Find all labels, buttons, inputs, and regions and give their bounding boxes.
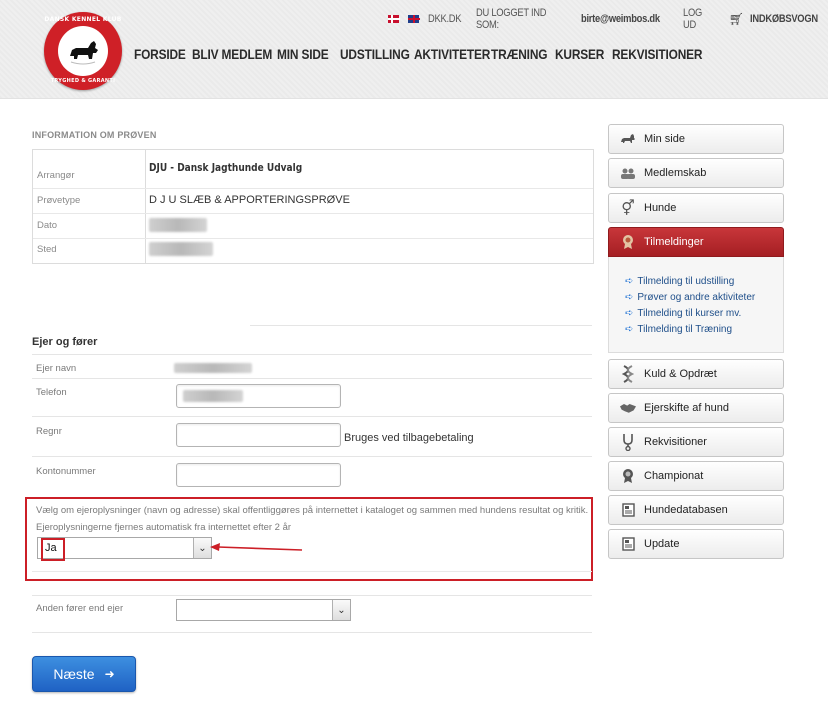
date-value-redacted (149, 218, 207, 232)
dog-icon (620, 131, 636, 147)
divider (32, 595, 592, 596)
sidebar-item-championat[interactable]: Championat (608, 461, 784, 491)
arrow-right-icon: ➪ (625, 324, 634, 335)
submenu-item-proever[interactable]: ➪ Prøver og andre aktiviteter (625, 292, 755, 303)
stethoscope-icon (620, 434, 636, 451)
arrow-right-icon: ➪ (625, 292, 634, 303)
phone-label: Telefon (36, 387, 67, 398)
chevron-down-icon[interactable]: ⌄ (332, 600, 350, 620)
people-icon (620, 165, 636, 181)
cart-link[interactable]: INDKØBSVOGN (750, 13, 818, 25)
info-row-arranger: Arrangør DJU - Dansk Jagthunde Udvalg (37, 161, 303, 181)
nav-kurser[interactable]: KURSER (555, 46, 604, 62)
logout-link[interactable]: LOG UD (683, 7, 715, 31)
dkk-logo[interactable]: DANSK KENNEL KLUB TRYGHED & GARANTI (44, 12, 122, 90)
logo-bottom-text: TRYGHED & GARANTI (50, 78, 116, 84)
database-icon (620, 502, 636, 518)
trial-info-table: Arrangør DJU - Dansk Jagthunde Udvalg Pr… (32, 149, 594, 264)
divider (32, 378, 592, 379)
logo-top-text: DANSK KENNEL KLUB (44, 16, 122, 23)
sidebar-item-hunde[interactable]: ⚥ Hunde (608, 193, 784, 223)
arrow-right-icon: ➪ (625, 276, 634, 287)
dna-icon (620, 365, 636, 383)
submenu-item-traening[interactable]: ➪ Tilmelding til Træning (625, 324, 732, 335)
nav-udstilling[interactable]: UDSTILLING (340, 46, 410, 62)
sidebar-item-hundedatabasen[interactable]: Hundedatabasen (608, 495, 784, 525)
owner-name-label: Ejer navn (36, 363, 77, 374)
dkk-site-link[interactable]: DKK.DK (428, 13, 462, 25)
other-handler-select[interactable]: ⌄ (176, 599, 351, 621)
nav-min-side[interactable]: MIN SIDE (277, 46, 329, 62)
sidebar-item-kuld-opdraet[interactable]: Kuld & Opdræt (608, 359, 784, 389)
rosette-icon (620, 468, 636, 484)
divider (32, 456, 592, 457)
place-value-redacted (149, 242, 213, 256)
arrow-right-icon: ➪ (625, 308, 634, 319)
nav-traening[interactable]: TRÆNING (491, 46, 547, 62)
divider (32, 416, 592, 417)
next-button-label: Næste (53, 666, 95, 682)
nav-aktiviteter[interactable]: AKTIVITETER (414, 46, 490, 62)
annotation-arrow-icon (210, 543, 303, 551)
logged-in-label: DU LOGGET IND SOM: (476, 7, 547, 31)
info-row-date: Dato (33, 214, 593, 238)
owner-name-redacted (174, 363, 252, 373)
logo-dog-emblem (58, 26, 108, 76)
divider (250, 325, 592, 326)
refund-note: Bruges ved tilbagebetaling (344, 432, 474, 444)
info-row-place: Sted (33, 239, 593, 263)
nav-rekvisitioner[interactable]: REKVISITIONER (612, 46, 703, 62)
submenu-item-udstilling[interactable]: ➪ Tilmelding til udstilling (625, 276, 734, 287)
phone-input[interactable] (176, 384, 341, 408)
consent-text-2: Ejeroplysningerne fjernes automatisk fra… (36, 522, 292, 533)
arrow-right-icon: ➜ (104, 667, 115, 681)
handshake-icon (620, 400, 636, 416)
regnr-input[interactable] (176, 423, 341, 447)
sidebar-item-tilmeldinger[interactable]: Tilmeldinger (608, 227, 784, 257)
top-utility-bar: DKK.DK DU LOGGET IND SOM: birte@weimbos.… (388, 7, 828, 31)
divider (32, 632, 592, 633)
arranger-value: DJU - Dansk Jagthunde Udvalg (149, 161, 303, 174)
sidebar-item-update[interactable]: Update (608, 529, 784, 559)
sidebar-item-rekvisitioner[interactable]: Rekvisitioner (608, 427, 784, 457)
user-email: birte@weimbos.dk (581, 13, 660, 25)
gender-icon: ⚥ (621, 200, 635, 217)
tilmeldinger-submenu: ➪ Tilmelding til udstilling ➪ Prøver og an… (608, 257, 784, 353)
submenu-item-kurser[interactable]: ➪ Tilmelding til kurser mv. (625, 308, 741, 319)
info-section-heading: INFORMATION OM PRØVEN (32, 130, 157, 140)
sidebar-item-medlemskab[interactable]: Medlemskab (608, 158, 784, 188)
divider (32, 354, 592, 355)
owner-section-heading: Ejer og fører (32, 336, 98, 348)
next-button[interactable]: Næste ➜ (32, 656, 136, 692)
other-handler-label: Anden fører end ejer (36, 603, 124, 614)
trial-type-value: D J U SLÆB & APPORTERINGSPRØVE (149, 194, 350, 206)
consent-text-1: Vælg om ejeroplysninger (navn og adresse… (36, 505, 589, 516)
account-input[interactable] (176, 463, 341, 487)
sidebar-item-ejerskifte[interactable]: Ejerskifte af hund (608, 393, 784, 423)
sidebar-item-min-side[interactable]: Min side (608, 124, 784, 154)
annotation-highlight-box (41, 538, 65, 561)
info-row-trial-type: Prøvetype D J U SLÆB & APPORTERINGSPRØVE (37, 194, 350, 206)
regnr-label: Regnr (36, 426, 62, 437)
account-label: Kontonummer (36, 466, 96, 477)
danish-flag-icon[interactable] (388, 15, 401, 23)
uk-flag-icon[interactable] (408, 15, 421, 23)
divider (32, 571, 592, 572)
database-icon (620, 536, 636, 552)
nav-forside[interactable]: FORSIDE (134, 46, 186, 62)
rosette-icon (620, 234, 636, 250)
nav-bliv-medlem[interactable]: BLIV MEDLEM (192, 46, 272, 62)
cart-icon[interactable]: 🛒︎ (729, 12, 744, 26)
